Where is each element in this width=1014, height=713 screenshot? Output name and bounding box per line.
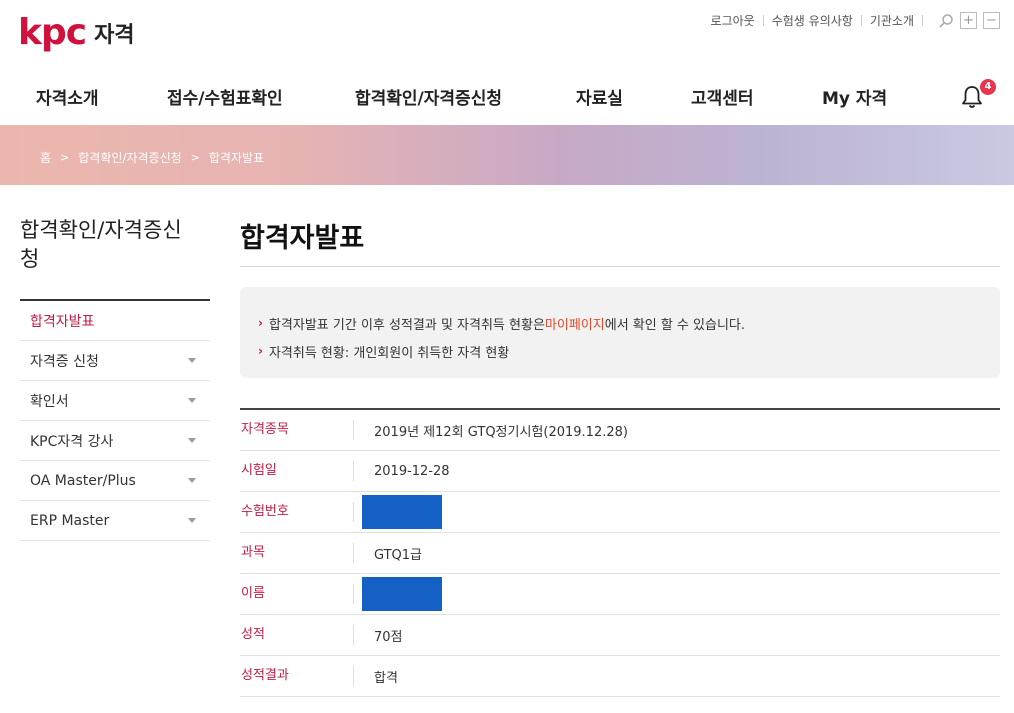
breadcrumb-home[interactable]: 홈	[40, 149, 51, 166]
notice-line: › 자격취득 현황: 개인회원이 취득한 자격 현황	[258, 337, 1000, 365]
sidebar-item-label: 자격증 신청	[30, 353, 99, 370]
mypage-link[interactable]: 마이페이지	[545, 314, 605, 333]
sidebar-item-confirmation[interactable]: 확인서	[20, 381, 210, 421]
redacted-exam-number	[362, 495, 442, 529]
table-row: 이름	[240, 574, 1000, 615]
notification-badge: 4	[980, 79, 996, 95]
nav-qualification-intro[interactable]: 자격소개	[36, 84, 99, 109]
sidebar-item-erp-master[interactable]: ERP Master	[20, 501, 210, 541]
nav-resources[interactable]: 자료실	[576, 84, 623, 109]
divider	[240, 266, 1000, 267]
divider	[860, 15, 862, 26]
table-row: 자격종목 2019년 제12회 GTQ정기시험(2019.12.28)	[240, 410, 1000, 451]
result-table: 자격종목 2019년 제12회 GTQ정기시험(2019.12.28) 시험일 …	[240, 408, 1000, 697]
sidebar-item-label: KPC자격 강사	[30, 433, 114, 450]
notice-text: 합격자발표 기간 이후 성적결과 및 자격취득 현황은	[268, 317, 545, 333]
table-row: 시험일 2019-12-28	[240, 451, 1000, 492]
notice-box: › 합격자발표 기간 이후 성적결과 및 자격취득 현황은 마이페이지 에서 확인…	[240, 287, 1000, 378]
sidebar-item-kpc-instructor[interactable]: KPC자격 강사	[20, 421, 210, 461]
divider	[762, 15, 764, 26]
nav-my-qualification[interactable]: My 자격	[822, 84, 887, 109]
nav-registration[interactable]: 접수/수험표확인	[167, 84, 283, 109]
sidebar-item-pass-announcement[interactable]: 합격자발표	[20, 301, 210, 341]
table-row: 수험번호	[240, 492, 1000, 533]
row-label: 시험일	[240, 461, 354, 481]
row-value: 합격	[374, 670, 398, 686]
chevron-down-icon	[188, 478, 196, 483]
sidebar-item-certificate-request[interactable]: 자격증 신청	[20, 341, 210, 381]
row-label: 이름	[240, 584, 354, 604]
logo-mark: kpc	[18, 12, 87, 53]
page-banner: 홈 > 합격확인/자격증신청 > 합격자발표	[0, 125, 1014, 185]
nav-pass-check[interactable]: 합격확인/자격증신청	[355, 84, 502, 109]
sidebar-item-label: ERP Master	[30, 512, 110, 529]
chevron-down-icon	[188, 358, 196, 363]
nav-customer-center[interactable]: 고객센터	[691, 84, 754, 109]
sidebar-item-label: OA Master/Plus	[30, 472, 136, 489]
breadcrumb-section[interactable]: 합격확인/자격증신청	[78, 149, 181, 166]
site-logo[interactable]: kpc 자격	[18, 10, 135, 56]
row-label: 성적결과	[240, 666, 354, 686]
chevron-right-icon: ›	[258, 344, 263, 358]
divider	[922, 15, 923, 26]
logo-text: 자격	[94, 23, 135, 48]
notice-text: 자격취득 현황: 개인회원이 취득한 자격 현황	[268, 345, 510, 361]
zoom-in-icon[interactable]: +	[960, 12, 977, 29]
page-title: 합격자발표	[240, 223, 365, 254]
sidebar-menu: 합격자발표 자격증 신청 확인서 KPC자격 강사 OA Master/Plus…	[20, 299, 210, 541]
utility-menu: 로그아웃 수험생 유의사항 기관소개 + −	[711, 12, 1000, 29]
table-row: 성적결과 합격	[240, 656, 1000, 697]
exam-notice-link[interactable]: 수험생 유의사항	[772, 12, 853, 29]
row-value: 2019년 제12회 GTQ정기시험(2019.12.28)	[374, 424, 628, 440]
row-label: 수험번호	[240, 502, 354, 522]
row-value: 2019-12-28	[374, 463, 450, 479]
row-value: GTQ1급	[374, 547, 423, 563]
main-nav: 자격소개 접수/수험표확인 합격확인/자격증신청 자료실 고객센터 My 자격	[0, 78, 1014, 116]
chevron-down-icon	[188, 398, 196, 403]
breadcrumb: 홈 > 합격확인/자격증신청 > 합격자발표	[40, 149, 264, 166]
notice-text: 에서 확인 할 수 있습니다.	[604, 317, 745, 333]
notice-line: › 합격자발표 기간 이후 성적결과 및 자격취득 현황은 마이페이지 에서 확인…	[258, 309, 1000, 337]
logout-link[interactable]: 로그아웃	[711, 12, 755, 29]
sidebar-title: 합격확인/자격증신청	[20, 218, 182, 271]
about-link[interactable]: 기관소개	[870, 12, 914, 29]
row-value: 70점	[374, 629, 403, 645]
redacted-name	[362, 577, 442, 611]
sidebar-item-oa-master[interactable]: OA Master/Plus	[20, 461, 210, 501]
chevron-down-icon	[188, 438, 196, 443]
chevron-down-icon	[188, 518, 196, 523]
table-row: 과목 GTQ1급	[240, 533, 1000, 574]
row-label: 과목	[240, 543, 354, 563]
chevron-right-icon: ›	[258, 316, 263, 330]
chevron-right-icon: >	[190, 151, 200, 164]
table-row: 성적 70점	[240, 615, 1000, 656]
sidebar-item-label: 합격자발표	[30, 313, 95, 330]
search-icon[interactable]	[937, 12, 954, 29]
row-label: 성적	[240, 625, 354, 645]
breadcrumb-current[interactable]: 합격자발표	[209, 149, 264, 166]
row-label: 자격종목	[240, 420, 354, 440]
chevron-right-icon: >	[60, 151, 70, 164]
sidebar-item-label: 확인서	[30, 393, 69, 410]
zoom-out-icon[interactable]: −	[983, 12, 1000, 29]
